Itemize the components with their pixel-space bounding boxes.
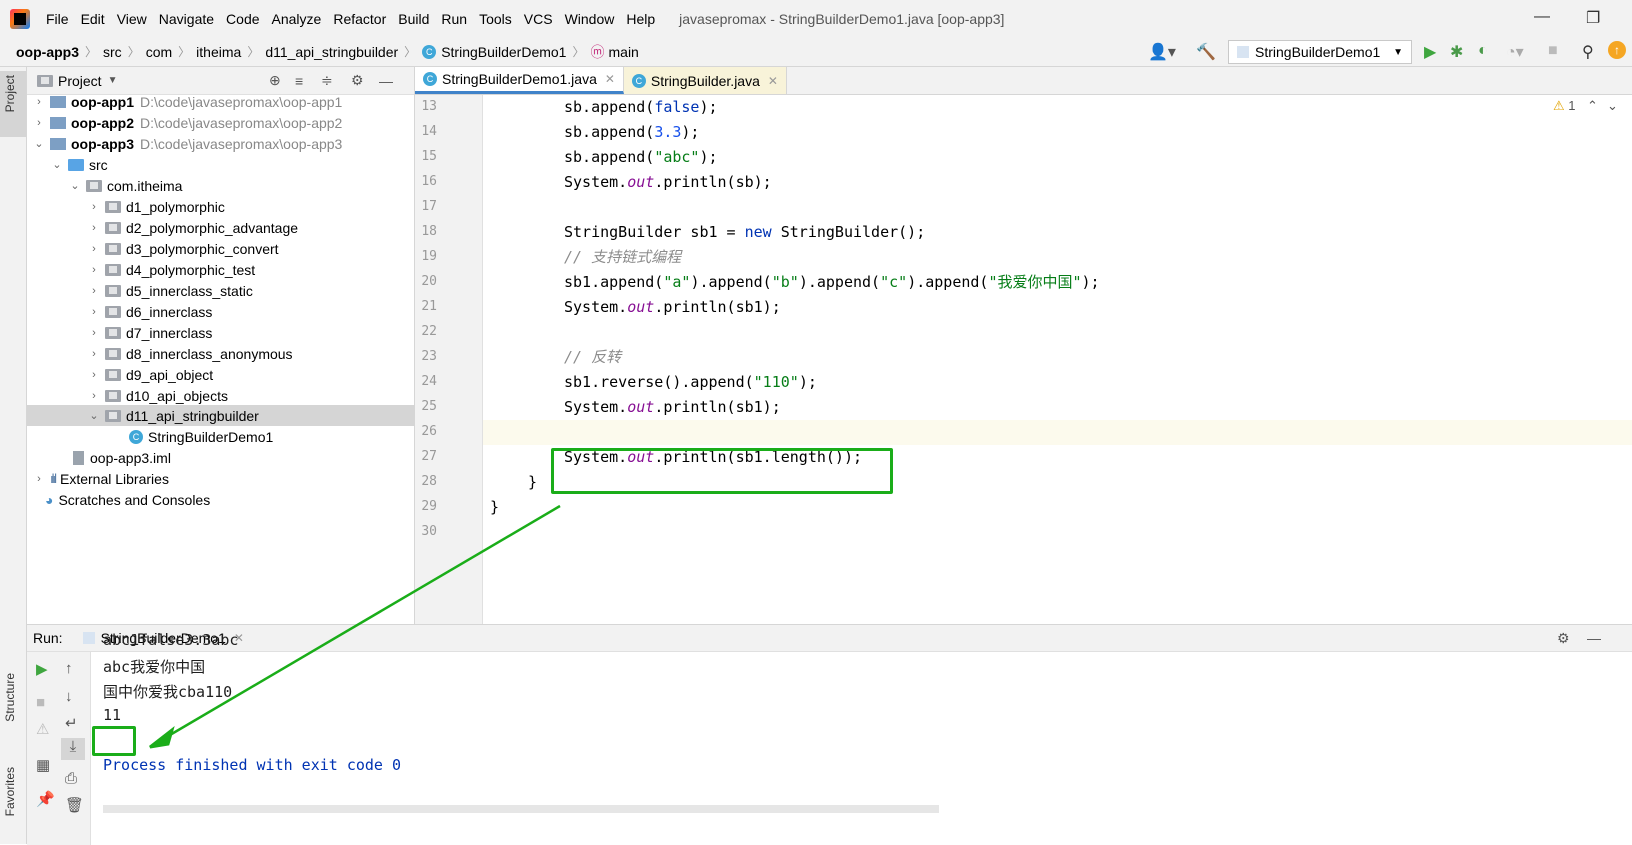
annotation-arrow bbox=[149, 504, 561, 749]
